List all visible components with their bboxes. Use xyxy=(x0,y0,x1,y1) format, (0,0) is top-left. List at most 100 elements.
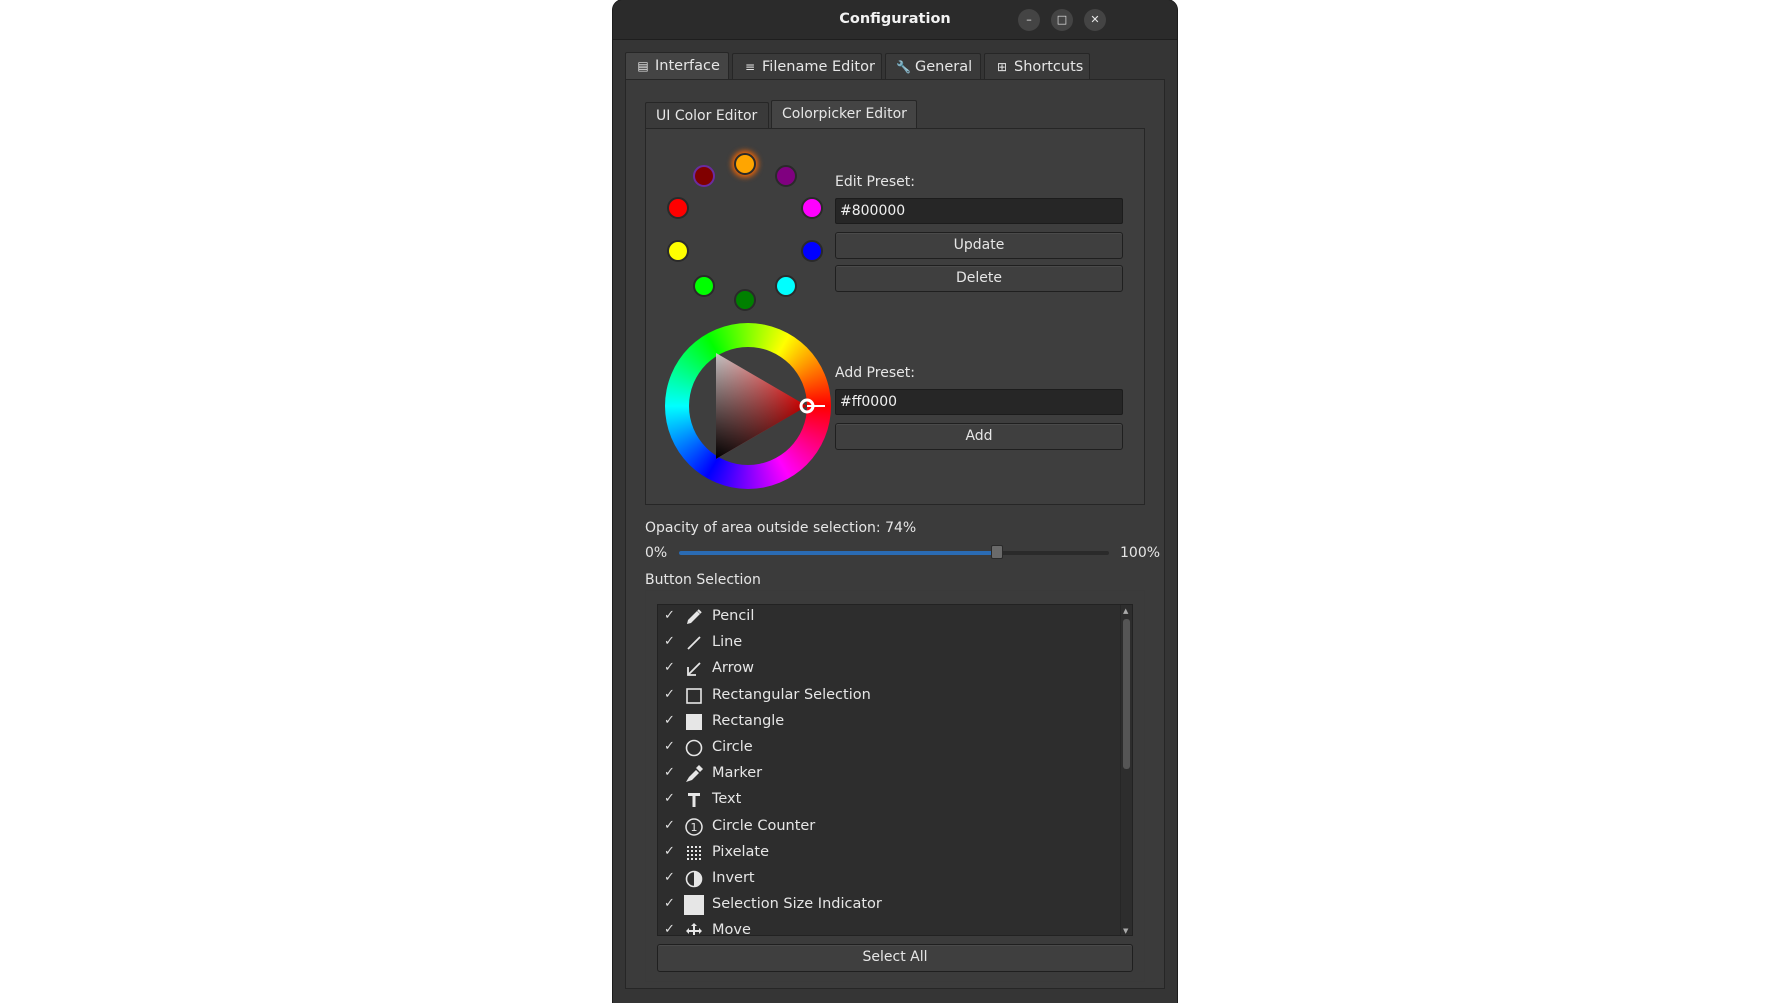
checkbox-check-icon[interactable]: ✓ xyxy=(664,687,678,702)
circle-counter-icon: 1 xyxy=(684,817,704,837)
preset-swatch[interactable] xyxy=(734,153,756,175)
opacity-slider-fill xyxy=(679,551,998,555)
edit-preset-label: Edit Preset: xyxy=(835,174,915,190)
tab-label: Shortcuts xyxy=(1014,59,1084,75)
interface-icon: ▤ xyxy=(637,59,649,73)
preset-swatch[interactable] xyxy=(775,165,797,187)
list-item[interactable]: ✓ Selection Size Indicator xyxy=(658,893,1124,919)
scroll-down-icon[interactable]: ▼ xyxy=(1123,927,1128,935)
minimize-button[interactable]: – xyxy=(1018,9,1040,31)
add-preset-input[interactable]: #ff0000 xyxy=(835,389,1123,415)
list-item[interactable]: ✓ Line xyxy=(658,631,1124,657)
list-item-label: Circle xyxy=(712,739,753,755)
scroll-up-icon[interactable]: ▲ xyxy=(1123,607,1128,615)
opacity-min-label: 0% xyxy=(645,545,668,561)
title-bar: Configuration – □ ✕ xyxy=(613,0,1177,40)
subtab-label: Colorpicker Editor xyxy=(782,106,907,122)
checkbox-check-icon[interactable]: ✓ xyxy=(664,608,678,623)
close-button[interactable]: ✕ xyxy=(1084,9,1106,31)
list-item[interactable]: ✓ Invert xyxy=(658,867,1124,893)
size-indicator-icon xyxy=(684,895,704,916)
invert-icon xyxy=(684,869,704,889)
svg-text:1: 1 xyxy=(691,821,698,834)
color-wheel[interactable] xyxy=(665,323,831,489)
checkbox-check-icon[interactable]: ✓ xyxy=(664,870,678,885)
pencil-icon xyxy=(684,607,704,627)
select-all-button[interactable]: Select All xyxy=(657,944,1133,972)
checkbox-check-icon[interactable]: ✓ xyxy=(664,844,678,859)
list-item-label: Move xyxy=(712,922,751,936)
list-item[interactable]: ✓ Marker xyxy=(658,762,1124,788)
tab-interface[interactable]: ▤ Interface xyxy=(625,52,729,79)
arrow-icon xyxy=(684,659,704,679)
maximize-icon: □ xyxy=(1056,13,1068,26)
list-item[interactable]: ✓ Arrow xyxy=(658,657,1124,683)
button-selection-list[interactable]: ✓ Pencil ✓ Line ✓ Arrow ✓ Rectangular Selection… xyxy=(657,604,1133,936)
marker-icon xyxy=(684,764,704,784)
move-icon xyxy=(684,921,704,935)
text-icon xyxy=(684,790,704,810)
minimize-icon: – xyxy=(1026,13,1032,26)
list-item-label: Circle Counter xyxy=(712,817,816,834)
checkbox-check-icon[interactable]: ✓ xyxy=(664,634,678,649)
subtab-ui-color-editor[interactable]: UI Color Editor xyxy=(645,102,769,129)
opacity-label: Opacity of area outside selection: 74% xyxy=(645,520,917,536)
list-item[interactable]: ✓ Pixelate xyxy=(658,841,1124,867)
close-icon: ✕ xyxy=(1090,13,1100,26)
opacity-slider-handle[interactable] xyxy=(991,545,1004,559)
preset-swatch[interactable] xyxy=(667,197,689,219)
configuration-window: Configuration – □ ✕ ▤ Interface ≡ Filename… xyxy=(613,0,1177,1003)
maximize-button[interactable]: □ xyxy=(1051,9,1073,31)
scrollbar-thumb[interactable] xyxy=(1123,619,1130,769)
tab-general[interactable]: 🔧 General xyxy=(885,53,981,80)
list-item-label: Arrow xyxy=(712,660,754,677)
tab-shortcuts[interactable]: ⊞ Shortcuts xyxy=(984,53,1090,80)
tab-filename-editor[interactable]: ≡ Filename Editor xyxy=(732,53,882,80)
circle-icon xyxy=(684,738,704,758)
tab-label: Filename Editor xyxy=(762,59,875,75)
color-triangle[interactable] xyxy=(665,323,831,489)
list-item[interactable]: ✓ Text xyxy=(658,788,1124,814)
opacity-slider[interactable] xyxy=(679,545,1109,559)
list-item-label: Marker xyxy=(712,765,763,782)
preset-swatch[interactable] xyxy=(801,197,823,219)
checkbox-check-icon[interactable]: ✓ xyxy=(664,922,678,935)
list-item-label: Rectangular Selection xyxy=(712,686,871,703)
preset-swatch[interactable] xyxy=(801,240,823,262)
filename-icon: ≡ xyxy=(744,60,756,74)
preset-swatch[interactable] xyxy=(734,289,756,311)
delete-button[interactable]: Delete xyxy=(835,265,1123,292)
checkbox-check-icon[interactable]: ✓ xyxy=(664,896,678,911)
preset-swatch[interactable] xyxy=(693,275,715,297)
rect-selection-icon xyxy=(684,686,704,706)
opacity-max-label: 100% xyxy=(1120,545,1161,561)
tab-label: General xyxy=(915,59,973,75)
list-item[interactable]: ✓ 1 Circle Counter xyxy=(658,815,1124,841)
button-selection-label: Button Selection xyxy=(645,572,761,588)
checkbox-check-icon[interactable]: ✓ xyxy=(664,660,678,675)
checkbox-check-icon[interactable]: ✓ xyxy=(664,765,678,780)
preset-swatch[interactable] xyxy=(667,240,689,262)
preset-swatch[interactable] xyxy=(775,275,797,297)
checkbox-check-icon[interactable]: ✓ xyxy=(664,818,678,833)
checkbox-check-icon[interactable]: ✓ xyxy=(664,739,678,754)
list-item-label: Invert xyxy=(712,870,755,886)
checkbox-check-icon[interactable]: ✓ xyxy=(664,791,678,806)
list-item-label: Pencil xyxy=(712,608,755,624)
checkbox-check-icon[interactable]: ✓ xyxy=(664,713,678,728)
line-icon xyxy=(684,633,704,653)
update-button[interactable]: Update xyxy=(835,232,1123,259)
list-item[interactable]: ✓ Pencil xyxy=(658,605,1124,631)
list-item-label: Line xyxy=(712,634,743,651)
subtab-colorpicker-editor[interactable]: Colorpicker Editor xyxy=(771,100,917,129)
add-button[interactable]: Add xyxy=(835,423,1123,450)
list-item-label: Selection Size Indicator xyxy=(712,896,882,913)
list-item[interactable]: ✓ Rectangle xyxy=(658,710,1124,736)
wrench-icon: 🔧 xyxy=(896,60,911,74)
list-scrollbar[interactable]: ▲ ▼ xyxy=(1120,605,1132,935)
list-item[interactable]: ✓ Circle xyxy=(658,736,1124,762)
edit-preset-input[interactable]: #800000 xyxy=(835,198,1123,224)
list-item[interactable]: ✓ Move xyxy=(658,919,1124,936)
list-item[interactable]: ✓ Rectangular Selection xyxy=(658,684,1124,710)
preset-swatch-selected[interactable] xyxy=(693,165,715,187)
